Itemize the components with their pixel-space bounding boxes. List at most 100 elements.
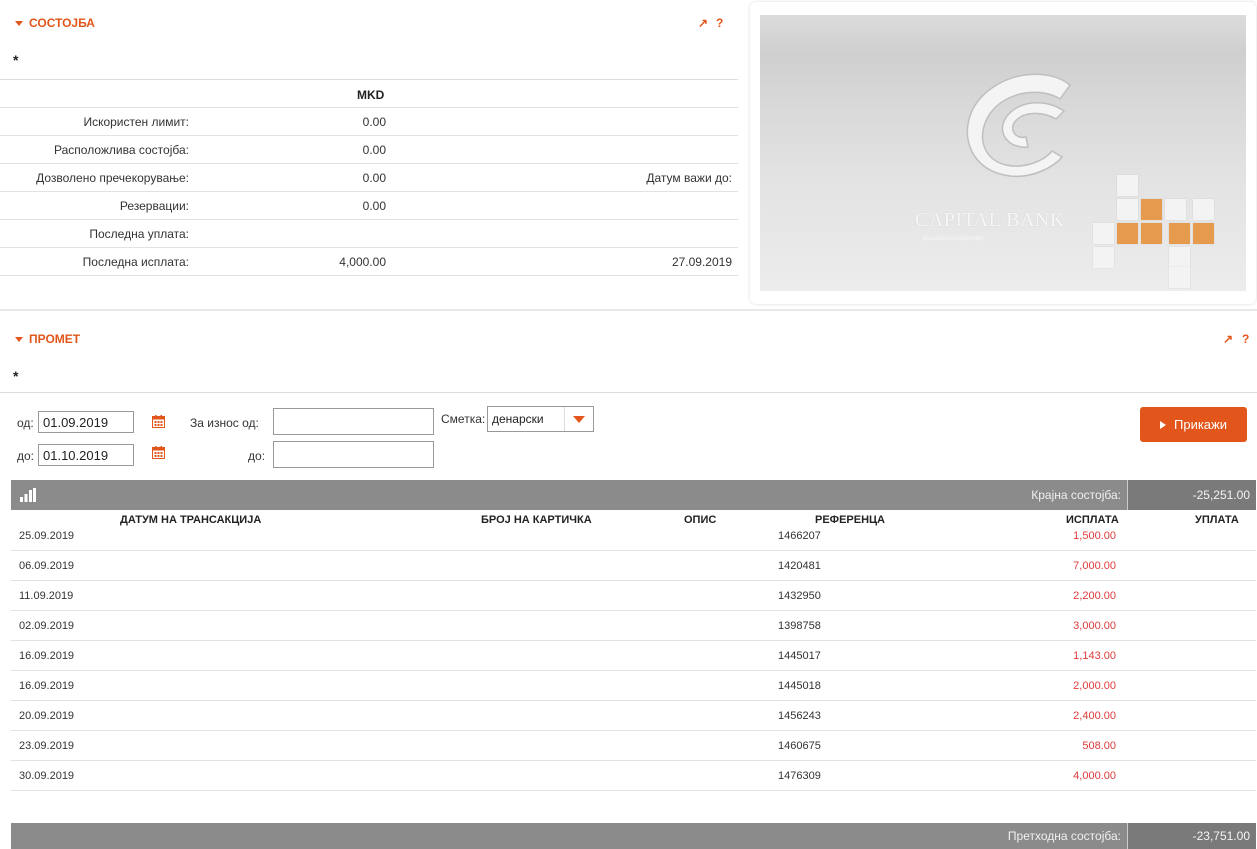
dropdown-toggle[interactable] bbox=[564, 407, 593, 431]
decor-square bbox=[1117, 223, 1138, 244]
table-row[interactable]: 06.09.2019 1420481 7,000.00 bbox=[11, 550, 1256, 581]
decor-square bbox=[1193, 199, 1214, 220]
collapse-caret-icon[interactable] bbox=[15, 20, 23, 26]
calendar-icon[interactable] bbox=[152, 415, 165, 428]
chart-icon[interactable] bbox=[20, 488, 36, 502]
cell-date: 11.09.2019 bbox=[19, 590, 74, 602]
amount-from-input[interactable] bbox=[273, 408, 434, 435]
decor-square bbox=[1117, 199, 1138, 220]
cell-date: 25.09.2019 bbox=[19, 530, 75, 542]
decor-square bbox=[1117, 175, 1138, 196]
transactions-section-title: ПРОМЕТ bbox=[29, 332, 81, 346]
table-row[interactable]: 02.09.2019 1398758 3,000.00 bbox=[11, 610, 1256, 641]
balance-row: Искористен лимит: 0.00 bbox=[0, 108, 738, 136]
balance-date: 27.09.2019 bbox=[671, 255, 732, 269]
decor-square bbox=[1169, 223, 1190, 244]
card-panel: CAPITAL BANK финансиски партнер bbox=[750, 2, 1256, 304]
decor-square bbox=[1141, 199, 1162, 220]
cell-payout: 2,000.00 bbox=[1073, 680, 1116, 692]
transactions-section-header[interactable]: ПРОМЕТ bbox=[15, 332, 80, 346]
cell-payout: 1,500.00 bbox=[1073, 530, 1116, 542]
balance-label: Последна уплата: bbox=[89, 227, 189, 241]
calendar-icon[interactable] bbox=[152, 446, 165, 459]
balance-value: 0.00 bbox=[362, 115, 386, 129]
balance-label: Резервации: bbox=[119, 199, 189, 213]
divider bbox=[0, 79, 738, 80]
balance-row: Последна уплата: bbox=[0, 220, 738, 248]
cell-reference: 1420481 bbox=[778, 560, 821, 572]
cell-reference: 1398758 bbox=[778, 620, 821, 632]
final-balance-value: -25,251.00 bbox=[1127, 480, 1256, 510]
decor-square bbox=[1093, 223, 1114, 244]
table-row[interactable]: 16.09.2019 1445018 2,000.00 bbox=[11, 670, 1256, 701]
cell-payout: 2,200.00 bbox=[1073, 590, 1116, 602]
amount-to-input[interactable] bbox=[273, 441, 434, 468]
balance-section-header[interactable]: СОСТОЈБА bbox=[15, 16, 95, 30]
cell-reference: 1456243 bbox=[778, 710, 821, 722]
cell-payout: 7,000.00 bbox=[1073, 560, 1116, 572]
final-balance-label: Крајна состојба: bbox=[1031, 488, 1121, 502]
balance-value: 0.00 bbox=[362, 171, 386, 185]
balance-value: 4,000.00 bbox=[339, 255, 386, 269]
divider bbox=[0, 309, 1257, 311]
cell-date: 06.09.2019 bbox=[19, 560, 75, 572]
balance-label: Расположлива состојба: bbox=[54, 143, 189, 157]
cell-date: 16.09.2019 bbox=[19, 680, 75, 692]
required-star: * bbox=[13, 368, 19, 384]
table-row[interactable]: 11.09.2019 1432950 2,200.00 bbox=[11, 580, 1256, 611]
cell-date: 23.09.2019 bbox=[19, 740, 75, 752]
cell-reference: 1445018 bbox=[778, 680, 821, 692]
previous-balance-bar: Претходна состојба: -23,751.00 bbox=[11, 823, 1256, 849]
table-row[interactable]: 23.09.2019 1460675 508.00 bbox=[11, 730, 1256, 761]
previous-balance-label: Претходна состојба: bbox=[1007, 829, 1121, 843]
cell-date: 16.09.2019 bbox=[19, 650, 75, 662]
decor-square bbox=[1193, 223, 1214, 244]
cell-reference: 1432950 bbox=[778, 590, 821, 602]
bank-name: CAPITAL BANK bbox=[915, 209, 1065, 231]
expand-icon[interactable]: ↗ bbox=[698, 16, 708, 30]
final-balance-bar: Крајна состојба: -25,251.00 bbox=[11, 480, 1256, 510]
cell-payout: 4,000.00 bbox=[1073, 770, 1116, 782]
cell-date: 02.09.2019 bbox=[19, 620, 75, 632]
balance-row: Резервации: 0.00 bbox=[0, 192, 738, 220]
balance-label: Дозволено пречекорување: bbox=[36, 171, 189, 185]
table-row[interactable]: 16.09.2019 1445017 1,143.00 bbox=[11, 640, 1256, 671]
decor-square bbox=[1093, 247, 1114, 268]
required-star: * bbox=[13, 52, 19, 68]
show-button[interactable]: Прикажи bbox=[1140, 407, 1247, 442]
table-row[interactable]: 20.09.2019 1456243 2,400.00 bbox=[11, 700, 1256, 731]
amount-from-label: За износ од: bbox=[190, 416, 259, 430]
decor-square bbox=[1165, 199, 1186, 220]
cell-date: 20.09.2019 bbox=[19, 710, 75, 722]
cell-payout: 1,143.00 bbox=[1073, 650, 1116, 662]
cell-reference: 1460675 bbox=[778, 740, 821, 752]
account-select[interactable]: денарски bbox=[487, 406, 594, 432]
cell-reference: 1445017 bbox=[778, 650, 821, 662]
decor-square bbox=[1169, 267, 1190, 288]
table-row[interactable]: 30.09.2019 1476309 4,000.00 bbox=[11, 760, 1256, 791]
balance-label: Последна исплата: bbox=[82, 255, 189, 269]
bank-logo-icon bbox=[966, 73, 1072, 177]
divider bbox=[0, 392, 1257, 393]
valid-until-label: Датум важи до: bbox=[646, 171, 732, 185]
show-button-label: Прикажи bbox=[1174, 417, 1227, 432]
collapse-caret-icon[interactable] bbox=[15, 336, 23, 342]
help-icon[interactable]: ? bbox=[1242, 332, 1249, 346]
decor-square bbox=[1169, 247, 1190, 268]
chevron-down-icon bbox=[573, 416, 585, 423]
currency-header: MKD bbox=[357, 88, 385, 102]
cell-date: 30.09.2019 bbox=[19, 770, 75, 782]
play-icon bbox=[1160, 420, 1166, 429]
from-date-input[interactable]: 01.09.2019 bbox=[38, 411, 134, 433]
expand-icon[interactable]: ↗ bbox=[1223, 332, 1233, 346]
table-row[interactable]: 25.09.2019 1466207 1,500.00 bbox=[11, 520, 1256, 551]
balance-value: 0.00 bbox=[362, 143, 386, 157]
cell-payout: 3,000.00 bbox=[1073, 620, 1116, 632]
account-label: Сметка: bbox=[441, 412, 486, 426]
cell-payout: 2,400.00 bbox=[1073, 710, 1116, 722]
previous-balance-value: -23,751.00 bbox=[1127, 823, 1256, 849]
help-icon[interactable]: ? bbox=[716, 16, 723, 30]
to-date-input[interactable]: 01.10.2019 bbox=[38, 444, 134, 466]
card-image: CAPITAL BANK финансиски партнер bbox=[760, 15, 1246, 291]
cell-reference: 1476309 bbox=[778, 770, 821, 782]
